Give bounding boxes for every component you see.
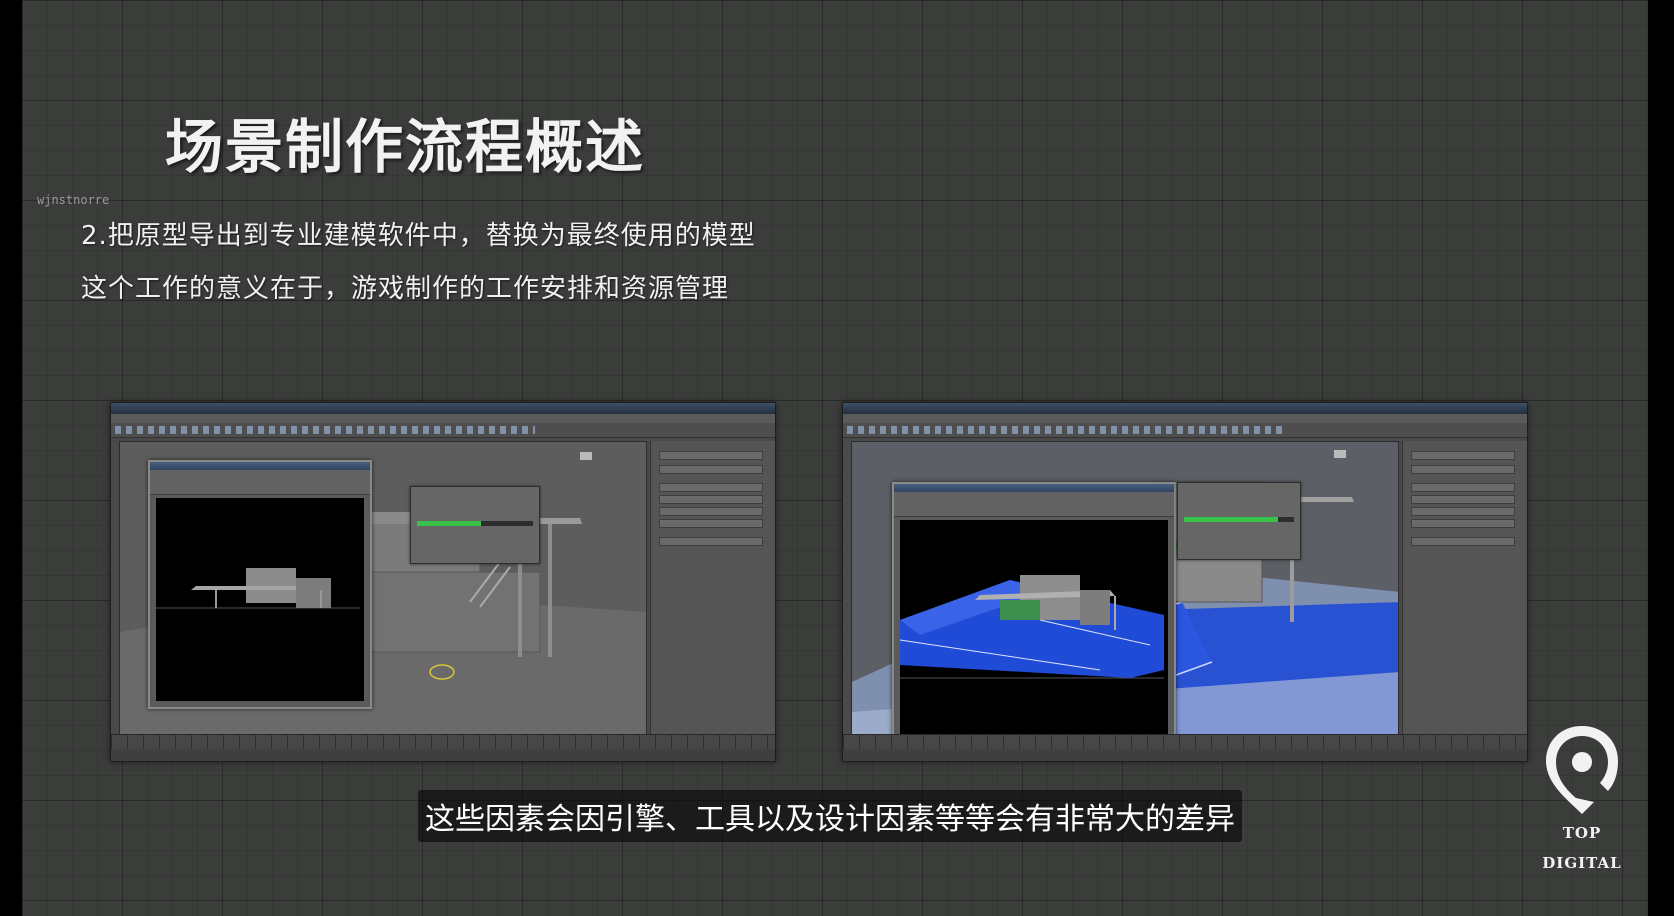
- toolbar-icons: [847, 426, 1287, 434]
- app-menubar: [843, 414, 1527, 423]
- render-progress-fill: [417, 521, 481, 526]
- render-frame-window: [892, 482, 1176, 734]
- command-panel-row: [1411, 483, 1515, 492]
- timeline-ruler: [843, 734, 1527, 749]
- render-progress-dialog: [410, 486, 540, 564]
- 3d-viewport: [119, 441, 647, 735]
- command-panel-row: [1411, 465, 1515, 474]
- toolbar-icons: [115, 426, 535, 434]
- command-panel-row: [659, 465, 763, 474]
- render-progress-fill: [1184, 517, 1278, 522]
- app-toolbar: [111, 423, 775, 438]
- video-subtitle: 这些因素会因引擎、工具以及设计因素等等会有非常大的差异: [418, 790, 1242, 842]
- command-panel-row: [659, 507, 763, 516]
- video-frame: 场景制作流程概述 wjnstnorre 2.把原型导出到专业建模软件中，替换为最…: [0, 0, 1674, 916]
- app-toolbar: [843, 423, 1527, 438]
- command-panel-row: [659, 537, 763, 546]
- timeline-ruler: [111, 734, 775, 749]
- render-progress-bar: [1184, 517, 1294, 522]
- software-screenshot-left: [110, 402, 776, 762]
- command-panel: [1402, 441, 1527, 735]
- app-menubar: [111, 414, 775, 423]
- command-panel-row: [1411, 537, 1515, 546]
- brand-logo: TOP DIGITAL: [1532, 722, 1632, 878]
- logo-text-top: TOP: [1562, 824, 1602, 842]
- render-window-titlebar: [150, 462, 370, 470]
- status-bar: [111, 749, 775, 761]
- command-panel-row: [659, 451, 763, 460]
- render-window-titlebar: [894, 484, 1174, 492]
- body-line-2: 这个工作的意义在于，游戏制作的工作安排和资源管理: [81, 274, 730, 304]
- watermark-text: wjnstnorre: [37, 193, 110, 207]
- logo-text-digital: DIGITAL: [1542, 854, 1622, 872]
- app-titlebar: [843, 403, 1527, 414]
- command-panel-row: [659, 519, 763, 528]
- 3d-viewport: [851, 441, 1399, 735]
- command-panel-row: [1411, 507, 1515, 516]
- app-titlebar: [111, 403, 775, 414]
- presentation-slide: 场景制作流程概述 wjnstnorre 2.把原型导出到专业建模软件中，替换为最…: [22, 0, 1648, 916]
- render-canvas: [900, 520, 1168, 734]
- software-screenshot-right: [842, 402, 1528, 762]
- location-pin-icon: [1546, 726, 1618, 814]
- render-progress-dialog: [1177, 482, 1301, 560]
- command-panel-row: [1411, 451, 1515, 460]
- slide-title: 场景制作流程概述: [165, 113, 646, 181]
- render-window-controls: [894, 492, 1174, 517]
- render-progress-bar: [417, 521, 533, 526]
- render-canvas: [156, 498, 364, 701]
- command-panel-row: [659, 483, 763, 492]
- render-frame-window: [148, 460, 372, 709]
- command-panel-row: [1411, 519, 1515, 528]
- render-preview: [156, 568, 360, 609]
- status-bar: [843, 749, 1527, 761]
- render-window-controls: [150, 470, 370, 495]
- body-line-1: 2.把原型导出到专业建模软件中，替换为最终使用的模型: [81, 221, 756, 251]
- command-panel-row: [659, 495, 763, 504]
- command-panel-row: [1411, 495, 1515, 504]
- command-panel: [650, 441, 775, 735]
- render-preview: [900, 575, 1164, 679]
